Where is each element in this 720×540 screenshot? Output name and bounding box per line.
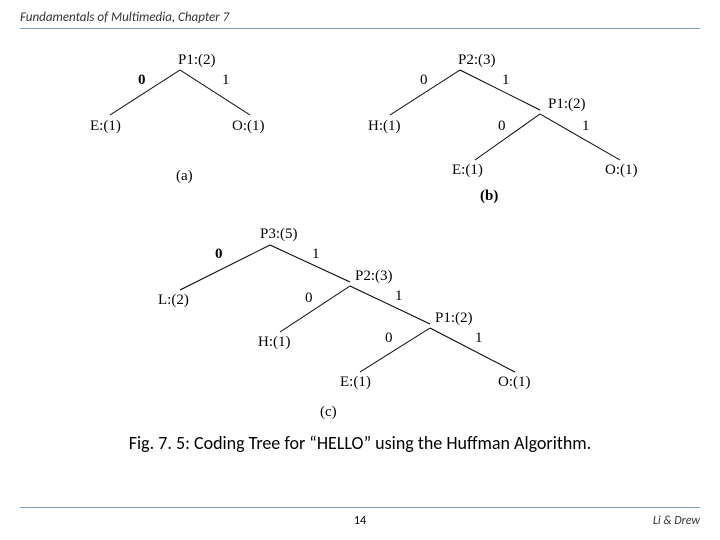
edge-1: 1 [312,246,320,262]
node-p2: P2:(3) [355,268,393,284]
node-p1: P1:(2) [435,310,473,326]
figure-caption: Fig. 7. 5: Coding Tree for “HELLO” using… [0,432,720,454]
page-number: 14 [354,514,366,528]
slide-footer: 14 Li & Drew [20,507,700,528]
edge-0: 0 [420,72,428,88]
node-p1: P1:(2) [178,52,216,68]
node-h: H:(1) [258,334,291,350]
node-e: E:(1) [340,374,371,390]
node-e: E:(1) [452,162,483,178]
edge-0: 0 [498,118,506,134]
node-p1: P1:(2) [548,96,586,112]
edge-1: 1 [395,288,403,304]
huffman-trees: P1:(2) 0 1 E:(1) O:(1) (a) P2:(3) 0 1 H:… [0,50,720,420]
node-o: O:(1) [232,118,265,134]
node-p3: P3:(5) [260,226,298,242]
node-o: O:(1) [605,162,638,178]
tree-a: P1:(2) 0 1 E:(1) O:(1) (a) [90,52,265,184]
edge-0: 0 [385,330,393,346]
node-l: L:(2) [158,292,189,308]
edge-0: 0 [215,246,223,262]
edge-0: 0 [138,72,146,88]
tag-c: (c) [320,404,337,420]
edge-1: 1 [475,330,483,346]
tag-a: (a) [176,168,193,184]
node-h: H:(1) [368,118,401,134]
slide-header: Fundamentals of Multimedia, Chapter 7 [20,10,700,29]
header-text: Fundamentals of Multimedia, Chapter 7 [20,10,229,25]
edge-1: 1 [502,72,510,88]
tree-b: P2:(3) 0 1 H:(1) P1:(2) 0 1 E:(1) O:(1) … [368,52,638,204]
tag-b: (b) [480,188,498,204]
node-e: E:(1) [90,118,121,134]
header-rule [20,28,700,29]
node-o: O:(1) [498,374,531,390]
diagram-area: P1:(2) 0 1 E:(1) O:(1) (a) P2:(3) 0 1 H:… [0,50,720,425]
edge-1: 1 [222,72,230,88]
authors: Li & Drew [653,514,700,528]
tree-c: P3:(5) 0 1 L:(2) P2:(3) 0 1 H:(1) P1:(2)… [158,226,531,420]
edge-1: 1 [582,118,590,134]
edge-0: 0 [305,290,313,306]
footer-rule [20,507,700,508]
node-p2: P2:(3) [458,52,496,68]
